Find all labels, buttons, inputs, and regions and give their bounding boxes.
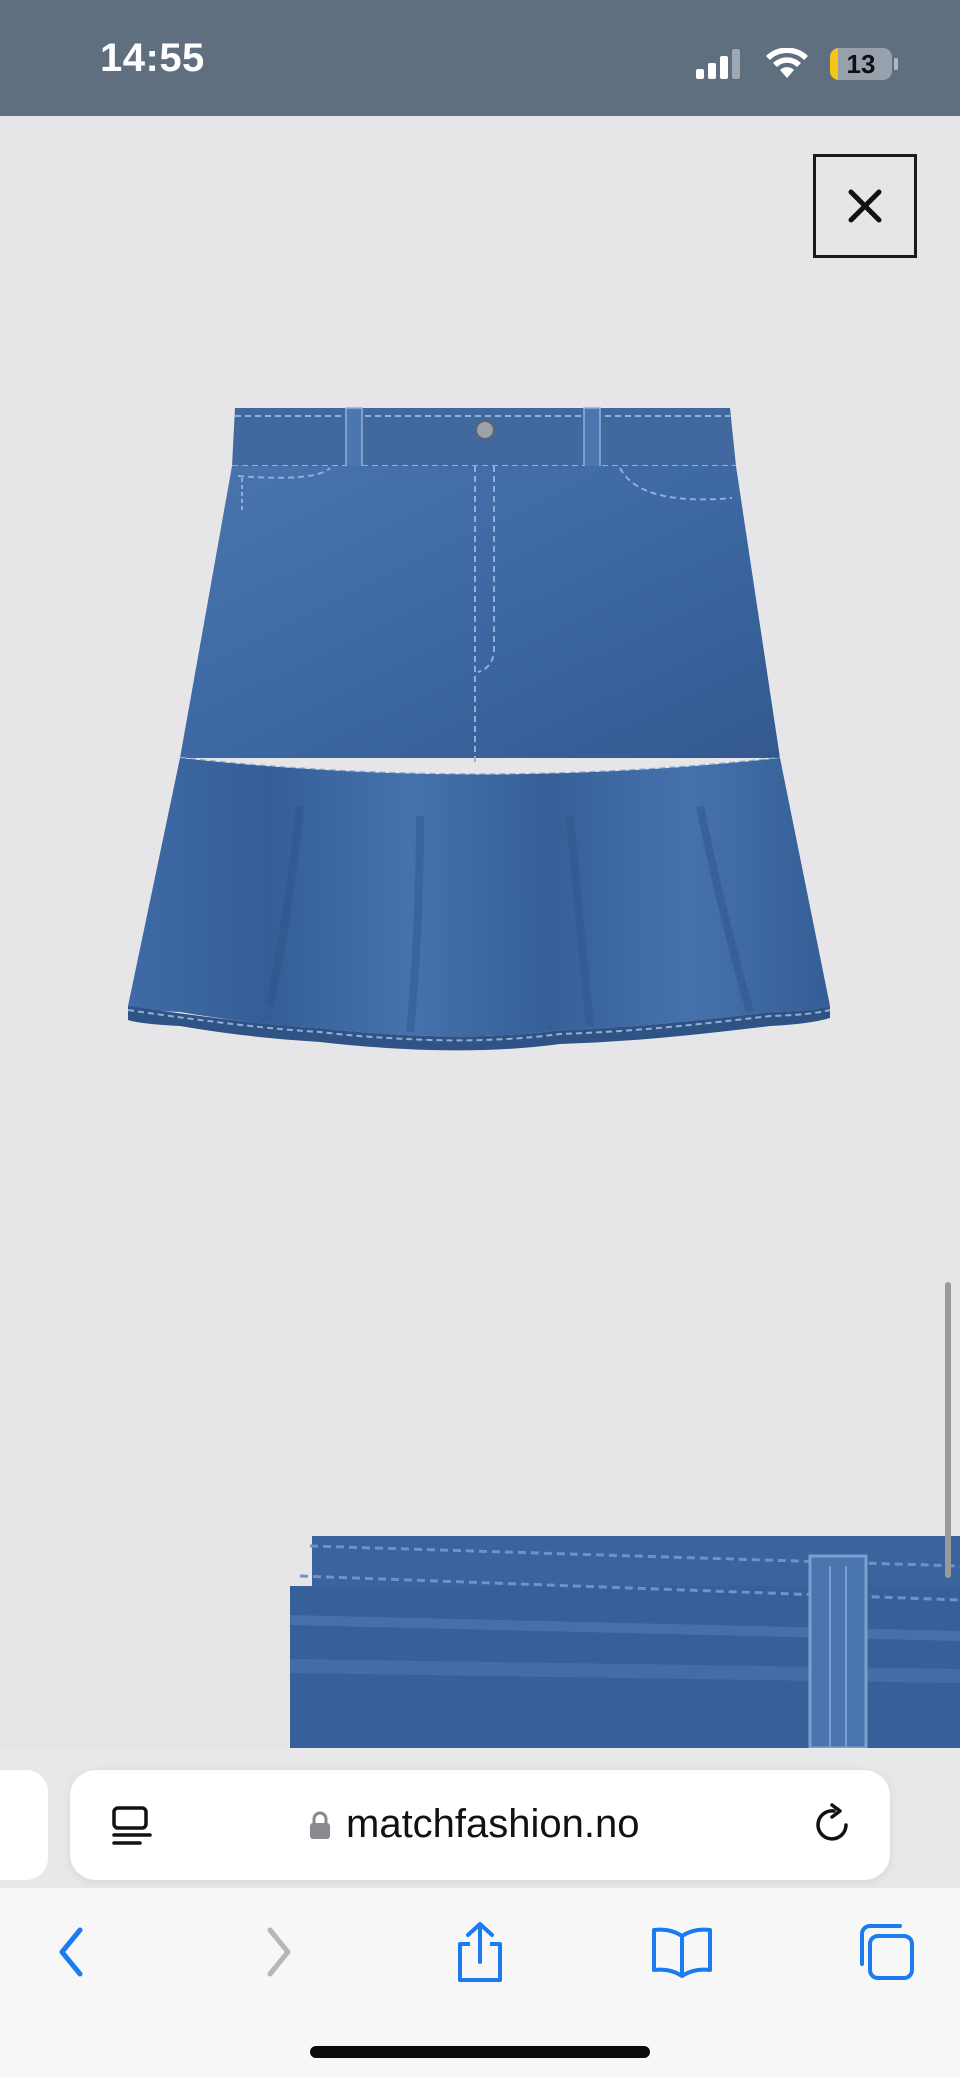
- address-bar[interactable]: matchfashion.no: [70, 1770, 890, 1880]
- signal-icon: [696, 49, 740, 79]
- previous-tab-card[interactable]: [0, 1770, 48, 1880]
- denim-waistband-detail-image[interactable]: [290, 1536, 960, 1748]
- reload-icon[interactable]: [812, 1803, 854, 1847]
- browser-toolbar: [0, 1888, 960, 2078]
- url-text[interactable]: matchfashion.no: [346, 1802, 640, 1847]
- lock-icon: [310, 1811, 330, 1839]
- address-bar-region: matchfashion.no: [0, 1748, 960, 1888]
- status-icons: 13: [696, 44, 898, 84]
- product-gallery[interactable]: [0, 116, 960, 1748]
- battery-level: 13: [846, 48, 876, 79]
- status-time: 14:55: [100, 36, 205, 80]
- battery-cap: [894, 58, 898, 70]
- battery-icon: 13: [830, 48, 898, 80]
- tabs-icon: [860, 1924, 914, 1980]
- home-indicator[interactable]: [310, 2046, 650, 2058]
- share-icon: [458, 1922, 502, 1982]
- back-button[interactable]: [32, 1912, 112, 1992]
- tabs-button[interactable]: [846, 1912, 926, 1992]
- back-icon: [59, 1927, 83, 1977]
- scroll-indicator[interactable]: [945, 1282, 951, 1578]
- forward-icon: [267, 1927, 291, 1977]
- forward-button[interactable]: [238, 1912, 318, 1992]
- battery-body: 13: [830, 48, 892, 80]
- status-bar: 14:55 13: [0, 0, 960, 116]
- share-button[interactable]: [440, 1912, 520, 1992]
- denim-skirt-image[interactable]: [120, 406, 840, 1196]
- wifi-icon: [766, 48, 808, 78]
- reader-mode-icon[interactable]: [110, 1804, 154, 1848]
- browser-screen: 14:55 13 matchfashion.no: [0, 0, 960, 2078]
- bookmarks-button[interactable]: [642, 1912, 722, 1992]
- bookmarks-icon: [652, 1927, 712, 1978]
- close-button[interactable]: [813, 154, 917, 258]
- battery-fill: [830, 48, 839, 80]
- close-icon: [848, 189, 882, 223]
